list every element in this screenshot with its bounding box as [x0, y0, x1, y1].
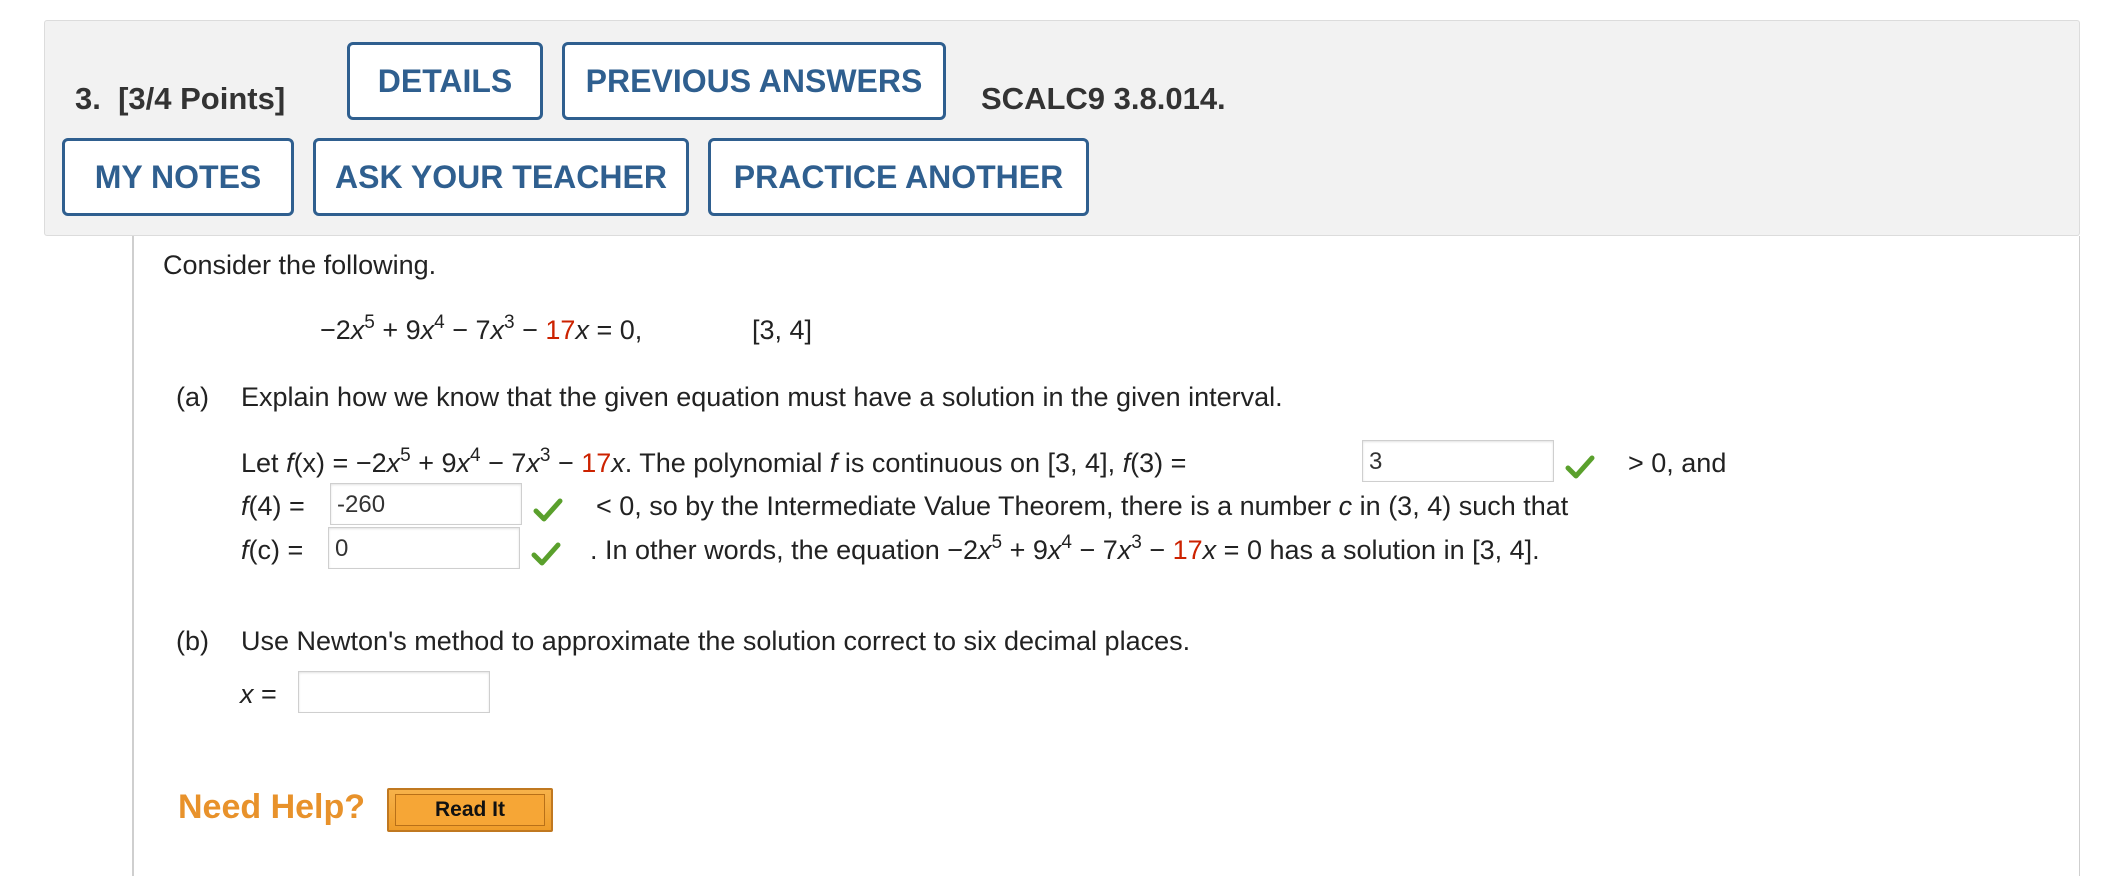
part-a-line1-end: > 0, and [1628, 448, 1727, 478]
need-help-label: Need Help? [178, 788, 366, 826]
read-it-label: Read It [395, 794, 545, 826]
my-notes-button[interactable]: MY NOTES [62, 138, 294, 216]
intro-text: Consider the following. [163, 250, 437, 280]
question-header: 3. [3/4 Points] DETAILS PREVIOUS ANSWERS… [44, 20, 2080, 236]
part-a-label: (a) [176, 382, 209, 412]
previous-answers-button[interactable]: PREVIOUS ANSWERS [562, 42, 946, 120]
question-number: 3. [3/4 Points] [75, 81, 286, 116]
part-b-label: (b) [176, 626, 209, 656]
ask-your-teacher-button[interactable]: ASK YOUR TEACHER [313, 138, 689, 216]
details-button[interactable]: DETAILS [347, 42, 543, 120]
part-a-line3: . In other words, the equation −2x5 + 9x… [590, 532, 1540, 565]
part-a-question: Explain how we know that the given equat… [241, 382, 1283, 412]
check-icon [1565, 455, 1595, 479]
interval: [3, 4] [752, 315, 813, 345]
practice-another-button[interactable]: PRACTICE ANOTHER [708, 138, 1089, 216]
f3-answer-field[interactable]: 3 [1362, 440, 1554, 482]
part-a-line2-label: f(4) = [241, 491, 305, 521]
x-answer-field[interactable] [298, 671, 490, 713]
part-a-line1: Let f(x) = −2x5 + 9x4 − 7x3 − 17x. The p… [241, 445, 1187, 478]
read-it-button[interactable]: Read It [387, 788, 553, 832]
equation: −2x5 + 9x4 − 7x3 − 17x = 0, [320, 312, 643, 345]
f4-answer-field[interactable]: -260 [330, 483, 522, 525]
part-a-line2: < 0, so by the Intermediate Value Theore… [596, 491, 1569, 521]
problem-code: SCALC9 3.8.014. [981, 81, 1226, 116]
part-b-question: Use Newton's method to approximate the s… [241, 626, 1191, 656]
part-a-line3-label: f(c) = [241, 535, 304, 565]
check-icon [533, 498, 563, 522]
fc-answer-field[interactable]: 0 [328, 527, 520, 569]
points-label: [3/4 Points] [118, 81, 286, 116]
check-icon [531, 542, 561, 566]
x-label: x = [240, 679, 277, 709]
